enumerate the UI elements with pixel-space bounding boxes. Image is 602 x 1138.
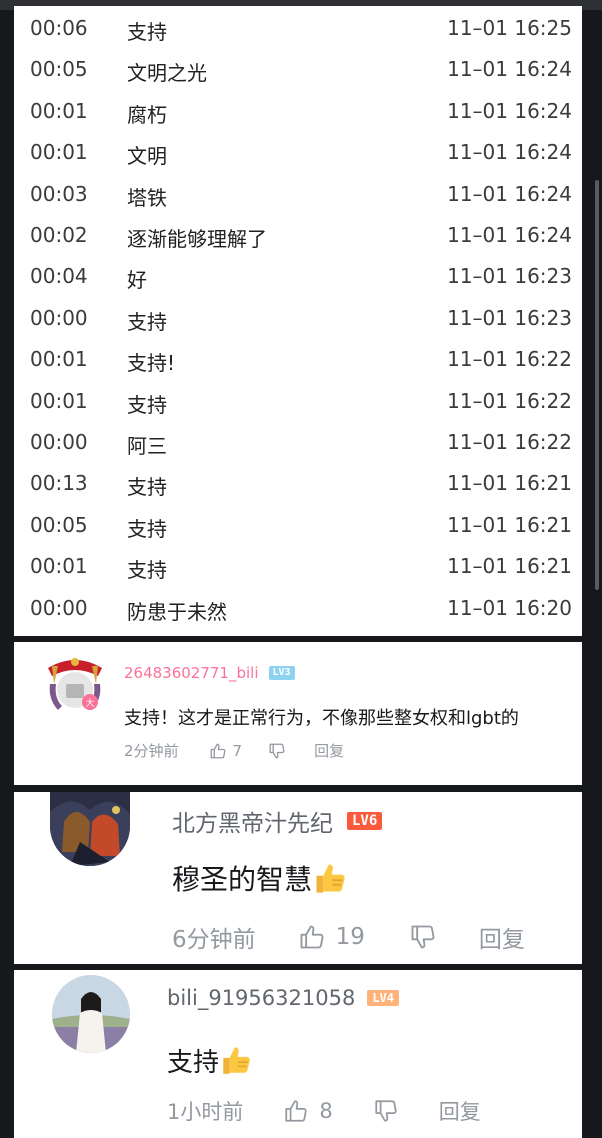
danmaku-text: 支持 [127, 516, 167, 541]
danmaku-time: 00:01 [30, 388, 88, 413]
reply-button[interactable]: 回复 [439, 1096, 481, 1126]
danmaku-text: 支持! [127, 351, 176, 376]
thumbs-up-emoji [312, 860, 348, 903]
comment-text: 支持 [167, 1048, 220, 1078]
level-badge: LV4 [367, 990, 399, 1006]
danmaku-row[interactable]: 00:01 腐朽 11–01 16:24 [14, 91, 582, 132]
danmaku-text: 支持 [127, 392, 167, 417]
danmaku-list: 00:06 支持 11–01 16:25 00:05 文明之光 11–01 16:24 00… [14, 6, 582, 636]
comment-card: 北方黑帝汁先纪 LV6 穆圣的智慧 6分钟前 19 回复 [14, 792, 582, 964]
thumb-up-outline-icon[interactable] [283, 1098, 309, 1124]
avatar[interactable] [50, 792, 130, 866]
danmaku-text: 支持 [127, 309, 167, 334]
scrollbar[interactable] [595, 180, 599, 590]
thumb-down-outline-icon[interactable] [268, 742, 286, 760]
danmaku-row[interactable]: 00:06 支持 11–01 16:25 [14, 8, 582, 49]
danmaku-text: 腐朽 [127, 102, 167, 127]
danmaku-date: 11–01 16:23 [447, 305, 572, 330]
danmaku-time: 00:13 [30, 471, 88, 496]
danmaku-time: 00:00 [30, 305, 88, 330]
svg-text:大: 大 [85, 697, 94, 709]
danmaku-date: 11–01 16:24 [447, 223, 572, 247]
danmaku-date: 11–01 16:20 [447, 595, 572, 620]
danmaku-date: 11–01 16:22 [447, 388, 572, 413]
level-badge: LV6 [347, 812, 383, 830]
danmaku-date: 11–01 16:24 [447, 181, 572, 206]
danmaku-time: 00:00 [30, 430, 88, 454]
danmaku-text: 逐渐能够理解了 [127, 227, 267, 251]
danmaku-time: 00:04 [30, 264, 88, 289]
thumb-down-outline-icon[interactable] [373, 1098, 399, 1124]
reply-button[interactable]: 回复 [479, 920, 525, 954]
avatar[interactable]: 大 [44, 654, 106, 716]
danmaku-row[interactable]: 00:03 塔铁 11–01 16:24 [14, 174, 582, 215]
danmaku-row[interactable]: 00:13 支持 11–01 16:21 [14, 463, 582, 504]
username[interactable]: 26483602771_bili [124, 664, 259, 682]
danmaku-row[interactable]: 00:00 阿三 11–01 16:22 [14, 422, 582, 463]
danmaku-time: 00:00 [30, 595, 88, 620]
danmaku-time: 00:01 [30, 554, 88, 579]
comment-card: 大 26483602771_bili LV3 支持！这才是正常行为，不像那些整女… [14, 642, 582, 785]
danmaku-text: 文明 [127, 144, 167, 169]
danmaku-time: 00:05 [30, 57, 88, 82]
danmaku-text: 文明之光 [127, 61, 207, 86]
danmaku-date: 11–01 16:24 [447, 98, 572, 123]
danmaku-time: 00:01 [30, 140, 88, 165]
danmaku-time: 00:01 [30, 98, 88, 123]
level-badge: LV3 [268, 666, 295, 680]
danmaku-row[interactable]: 00:01 文明 11–01 16:24 [14, 132, 582, 173]
danmaku-text: 好 [127, 268, 147, 293]
danmaku-text: 阿三 [127, 434, 167, 458]
username[interactable]: bili_91956321058 [167, 986, 355, 1010]
danmaku-row[interactable]: 00:05 支持 11–01 16:21 [14, 505, 582, 546]
danmaku-date: 11–01 16:25 [447, 16, 572, 40]
danmaku-row[interactable]: 00:02 逐渐能够理解了 11–01 16:24 [14, 215, 582, 256]
danmaku-row[interactable]: 00:05 文明之光 11–01 16:24 [14, 49, 582, 90]
thumb-up-outline-icon[interactable] [298, 923, 326, 951]
like-count: 8 [319, 1099, 333, 1123]
danmaku-text: 支持 [127, 475, 167, 500]
danmaku-text: 支持 [127, 558, 167, 583]
danmaku-row[interactable]: 00:01 支持! 11–01 16:22 [14, 339, 582, 380]
danmaku-date: 11–01 16:21 [447, 512, 572, 537]
danmaku-time: 00:06 [30, 16, 88, 40]
thumbs-up-emoji [219, 1043, 253, 1084]
danmaku-text: 支持 [127, 20, 167, 44]
like-count: 19 [335, 924, 365, 950]
danmaku-date: 11–01 16:24 [447, 57, 572, 82]
reply-button[interactable]: 回复 [314, 740, 344, 761]
danmaku-text: 防患于未然 [127, 599, 227, 624]
danmaku-row[interactable]: 00:00 支持 11–01 16:23 [14, 298, 582, 339]
danmaku-time: 00:05 [30, 512, 88, 537]
danmaku-date: 11–01 16:21 [447, 471, 572, 496]
danmaku-time: 00:03 [30, 181, 88, 206]
comment-time: 2分钟前 [124, 742, 179, 760]
danmaku-row[interactable]: 00:01 支持 11–01 16:22 [14, 381, 582, 422]
danmaku-row[interactable]: 00:04 好 11–01 16:23 [14, 256, 582, 297]
danmaku-time: 00:02 [30, 223, 88, 247]
danmaku-date: 11–01 16:21 [447, 554, 572, 579]
thumb-down-outline-icon[interactable] [409, 923, 437, 951]
thumb-up-outline-icon[interactable] [209, 742, 227, 760]
danmaku-date: 11–01 16:24 [447, 140, 572, 165]
comment-text: 支持！这才是正常行为，不像那些整女权和lgbt的 [124, 708, 519, 729]
comment-time: 6分钟前 [172, 927, 256, 953]
comment-time: 1小时前 [167, 1100, 244, 1124]
danmaku-text: 塔铁 [127, 185, 167, 210]
danmaku-row[interactable]: 00:00 防患于未然 11–01 16:20 [14, 588, 582, 629]
comment-card: bili_91956321058 LV4 支持 1小时前 8 回复 [14, 970, 582, 1138]
like-count: 7 [232, 741, 243, 760]
danmaku-date: 11–01 16:22 [447, 347, 572, 372]
danmaku-row[interactable]: 00:01 支持 11–01 16:21 [14, 546, 582, 587]
comment-text: 穆圣的智慧 [172, 863, 313, 896]
username[interactable]: 北方黑帝汁先纪 [172, 804, 333, 838]
danmaku-time: 00:01 [30, 347, 88, 372]
danmaku-date: 11–01 16:22 [447, 430, 572, 454]
danmaku-date: 11–01 16:23 [447, 264, 572, 289]
avatar[interactable] [52, 975, 130, 1053]
